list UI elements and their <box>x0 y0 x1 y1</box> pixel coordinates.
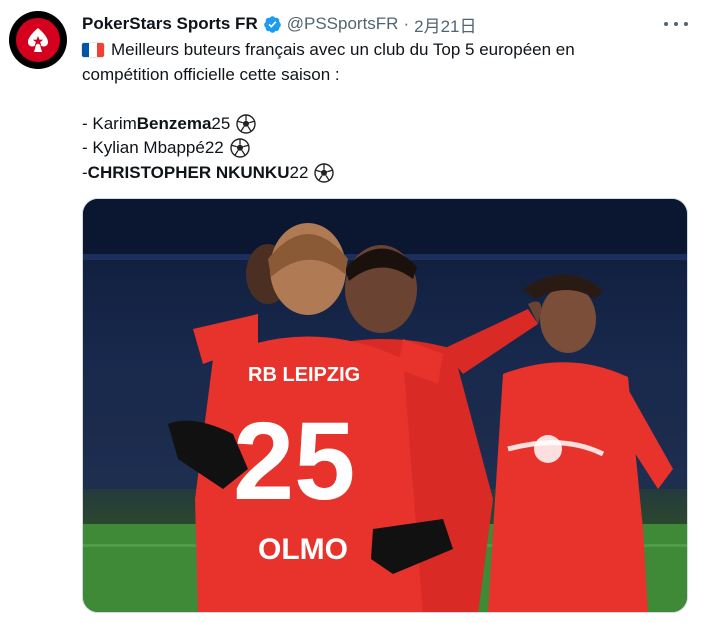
user-handle[interactable]: @PSSportsFR <box>287 14 399 34</box>
more-options-icon[interactable] <box>664 16 688 32</box>
scorer-item: - Karim Benzema 25 <box>82 112 682 137</box>
tweet-card[interactable]: PokerStars Sports FR @PSSportsFR · 2月21日… <box>0 0 703 623</box>
tweet-text-line-1: Meilleurs buteurs français avec un club … <box>111 40 575 59</box>
pokerstars-spade-logo-icon <box>16 18 60 62</box>
tweet-date[interactable]: 2月21日 <box>414 12 476 37</box>
tweet-text-line-2: compétition officielle cette saison : <box>82 64 340 84</box>
separator-dot: · <box>403 14 410 33</box>
tweet-media-photo[interactable]: RB LEIPZIG 25 OLMO <box>82 198 688 613</box>
scorer-goals: 25 <box>211 113 231 133</box>
scorer-goals: 22 <box>204 138 224 157</box>
soccer-ball-icon <box>230 138 250 158</box>
tweet-header: PokerStars Sports FR @PSSportsFR · 2月21日 <box>82 12 477 37</box>
scorer-name: CHRISTOPHER NKUNKU <box>87 162 290 182</box>
scorer-item: - CHRISTOPHER NKUNKU 22 <box>82 161 682 186</box>
france-flag-icon <box>82 43 104 58</box>
scorer-goals: 22 <box>289 162 309 182</box>
tweet-text: Meilleurs buteurs français avec un club … <box>82 38 682 185</box>
scorer-prefix: - Kylian Mbappé <box>82 138 205 157</box>
scorer-name: Benzema <box>136 113 212 133</box>
celebration-photo: RB LEIPZIG 25 OLMO <box>83 199 687 612</box>
soccer-ball-icon <box>314 163 335 183</box>
shirt-number: 25 <box>233 400 355 523</box>
shirt-player-name: OLMO <box>258 533 348 566</box>
shirt-text: RB LEIPZIG <box>248 364 360 386</box>
avatar[interactable] <box>9 11 67 69</box>
display-name[interactable]: PokerStars Sports FR <box>82 14 258 34</box>
soccer-ball-icon <box>236 114 257 134</box>
verified-badge-icon <box>263 15 282 34</box>
scorer-item: - Kylian Mbappé 22 <box>82 136 682 161</box>
scorer-prefix: - Karim <box>82 113 137 133</box>
